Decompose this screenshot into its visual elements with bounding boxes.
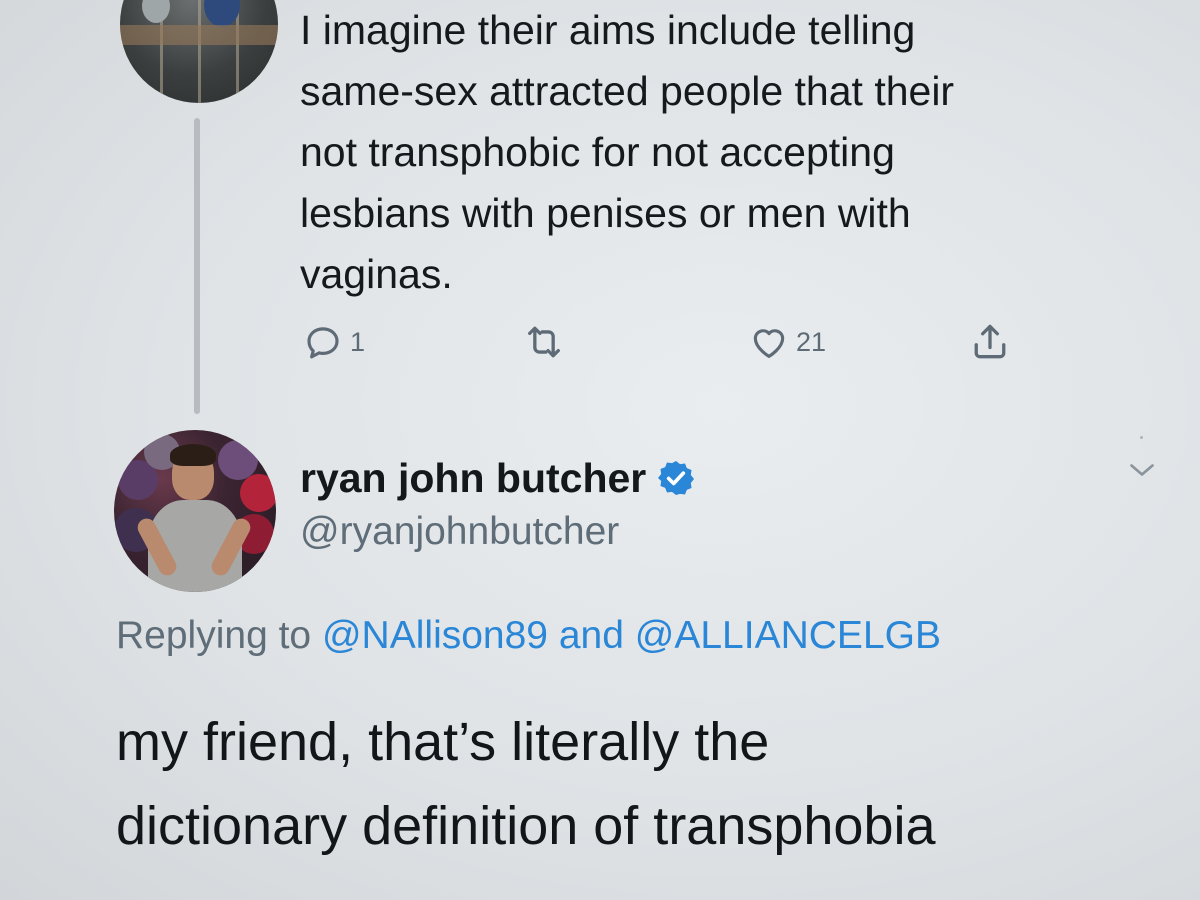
like-icon [748,321,790,363]
tweet-thread-screen: I imagine their aims include telling sam… [0,0,1200,900]
avatar-bird-blue [204,0,240,27]
mention-conjunction[interactable]: and [559,614,624,657]
author-display-name[interactable]: ryan john butcher [300,455,646,502]
thread-connector-line [194,118,200,414]
like-button[interactable]: 21 [748,312,826,372]
parent-tweet-line: vaginas. [300,251,453,297]
tweet-actions-bar: 1 21 [298,312,1038,372]
reply-tweet-line: my friend, that’s literally the [116,712,770,772]
more-options-button[interactable] [1124,452,1160,488]
reply-count: 1 [350,326,366,357]
parent-avatar[interactable] [120,0,278,103]
parent-tweet-line: I imagine their aims include telling [300,7,916,53]
parent-tweet-line: not transphobic for not accepting [300,129,895,175]
reply-tweet-text: my friend, that’s literally the dictiona… [116,700,1176,868]
mention-link[interactable]: @ALLIANCELGB [635,614,941,657]
author-name-row[interactable]: ryan john butcher [300,450,696,506]
parent-tweet-line: same-sex attracted people that their [300,68,955,114]
author-handle[interactable]: @ryanjohnbutcher [300,510,619,554]
mention-link[interactable]: @NAllison89 [322,614,548,657]
share-button[interactable] [968,312,1012,372]
parent-tweet-text: I imagine their aims include telling sam… [300,0,1100,305]
screen-speck [1140,436,1143,439]
verified-icon [656,458,696,498]
replying-to-line: Replying to @NAllison89 and @ALLIANCELGB [116,614,941,658]
reply-icon [302,321,344,363]
avatar-person-hair [170,444,216,466]
replying-to-label: Replying to [116,614,312,657]
reply-tweet-line: dictionary definition of transphobia [116,796,936,856]
retweet-icon [522,320,566,364]
retweet-button[interactable] [522,312,572,372]
reply-button[interactable]: 1 [302,312,365,372]
reply-author-avatar[interactable] [114,430,276,592]
chevron-down-icon [1124,464,1160,492]
avatar-balloon [240,474,276,512]
parent-tweet-line: lesbians with penises or men with [300,190,911,236]
avatar-perch [120,25,278,45]
avatar-cage-bar [198,0,201,103]
share-icon [968,320,1012,364]
like-count: 21 [796,326,827,357]
avatar-bird-gray [142,0,170,23]
